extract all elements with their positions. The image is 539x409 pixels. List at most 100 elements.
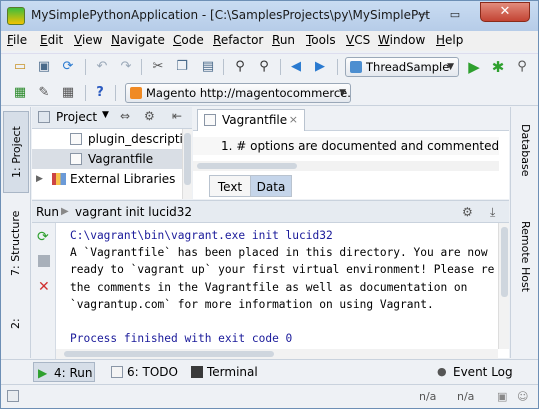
chevron-down-icon[interactable]: ▼ [102, 110, 109, 120]
inspector-icon[interactable]: ☺ [517, 390, 528, 403]
hide-panel-icon[interactable]: ⤓ [490, 201, 495, 223]
scrollbar-thumb[interactable] [64, 351, 274, 357]
scrollbar-thumb[interactable] [184, 133, 191, 185]
run-config-dropdown[interactable]: ThreadSample ▼ [345, 57, 459, 77]
menu-refactor[interactable]: Refactor [213, 33, 263, 47]
menu-file[interactable]: File [7, 33, 27, 47]
menu-vcs[interactable]: VCS [346, 33, 370, 47]
console-line: `vagrantup.com` for more information on … [70, 297, 434, 311]
status-encoding[interactable]: n/a [457, 390, 474, 403]
mode-tab-data[interactable]: Data [250, 175, 292, 197]
run-actions-strip: ⟳ ✕ [32, 223, 56, 359]
project-scrollbar[interactable] [182, 129, 192, 199]
title-bar: MySimplePythonApplication - [C:\SamplesP… [1, 1, 538, 31]
close-button[interactable]: ✕ [480, 2, 530, 22]
status-position[interactable]: n/a [419, 390, 436, 403]
redo-icon[interactable]: ↷ [117, 58, 135, 76]
toolbar-separator [223, 59, 224, 75]
terminal-icon [191, 366, 203, 378]
forward-arrow-icon[interactable]: ▶ [311, 58, 329, 76]
vagrant-file-icon [70, 153, 82, 165]
tree-item-vagrantfile[interactable]: Vagrantfile [32, 149, 182, 169]
tool-tab-terminal[interactable]: Terminal [187, 362, 263, 382]
tool-tab-label: 6: TODO [127, 365, 178, 379]
tool-tab-database[interactable]: Database [512, 115, 538, 185]
tool-tab-favorites[interactable]: 2: Favorites [3, 293, 48, 355]
run-config-name[interactable]: vagrant init lucid32 [75, 201, 192, 223]
toolbar-separator [115, 85, 116, 101]
debug-bug-icon[interactable]: ✱ [489, 58, 507, 76]
right-tool-strip: Database Remote Host [510, 107, 538, 358]
editor-tab-vagrantfile[interactable]: Vagrantfile × [197, 109, 305, 131]
tool-tab-structure[interactable]: 7: Structure [3, 203, 29, 283]
cut-icon[interactable]: ✂ [149, 58, 167, 76]
back-arrow-icon[interactable]: ◀ [287, 58, 305, 76]
stop-icon[interactable] [38, 255, 50, 267]
project-structure-icon[interactable]: ▦ [59, 84, 77, 102]
status-bar: n/a n/a ▣ ☺ [1, 384, 538, 408]
window-title: MySimplePythonApplication - [C:\SamplesP… [31, 8, 431, 22]
replace-icon[interactable]: ⚲ [255, 58, 273, 76]
bottom-tool-bar: ▶ 4: Run 6: TODO Terminal ● Event Log [1, 359, 538, 383]
tool-tab-remote-host[interactable]: Remote Host [512, 215, 538, 297]
menu-view[interactable]: View [74, 33, 102, 47]
menu-edit[interactable]: Edit [40, 33, 63, 47]
scrollbar-thumb[interactable] [197, 163, 297, 169]
tool-tab-label: 4: Run [54, 366, 93, 380]
menu-navigate[interactable]: Navigate [111, 33, 165, 47]
minimize-button[interactable]: — [413, 8, 433, 23]
close-tab-icon[interactable]: × [289, 110, 298, 130]
ide-window: MySimplePythonApplication - [C:\SamplesP… [0, 0, 539, 409]
scrollbar-thumb[interactable] [501, 227, 508, 297]
maximize-button[interactable]: ▭ [445, 7, 465, 23]
chevron-down-icon: ▼ [447, 62, 454, 72]
sync-icon[interactable]: ⟳ [59, 58, 77, 76]
find-icon[interactable]: ⚲ [231, 58, 249, 76]
deployment-server-dropdown[interactable]: Magento http://magentocommerce.com ▼ [125, 83, 351, 103]
main-toolbar: ▭ ▣ ⟳ ↶ ↷ ✂ ❐ ▤ ⚲ ⚲ ◀ ▶ ThreadSample ▼ ▶… [1, 53, 538, 79]
run-config-label: ThreadSample [366, 60, 450, 74]
lock-icon[interactable]: ▣ [497, 390, 507, 403]
tool-windows-toggle-icon[interactable] [7, 390, 19, 402]
help-icon[interactable]: ? [91, 84, 109, 102]
menu-help[interactable]: Help [436, 33, 463, 47]
save-icon[interactable]: ▣ [35, 58, 53, 76]
console-line: the comments in the Vagrantfile as well … [70, 280, 468, 294]
toolbar-separator [280, 59, 281, 75]
project-tool-window: Project ▼ ⇔ ⚙ ⇤ plugin_descriptic Vagran… [32, 107, 192, 199]
rerun-icon[interactable]: ⟳ [37, 229, 49, 245]
menu-code[interactable]: Code [173, 33, 204, 47]
open-folder-icon[interactable]: ▭ [11, 58, 29, 76]
menu-run[interactable]: Run [272, 33, 295, 47]
gear-icon[interactable]: ⚙ [144, 109, 155, 123]
console-output[interactable]: C:\vagrant\bin\vagrant.exe init lucid32 A… [70, 227, 500, 347]
tool-tab-todo[interactable]: 6: TODO [107, 362, 178, 382]
tree-item-external-libraries[interactable]: ▶ External Libraries [32, 169, 182, 189]
menu-tools[interactable]: Tools [306, 33, 336, 47]
gear-icon[interactable]: ⚙ [462, 201, 473, 223]
tree-item-plugin-descriptor[interactable]: plugin_descriptic [32, 129, 182, 149]
search-everywhere-icon[interactable]: ⚲ [513, 58, 531, 76]
copy-icon[interactable]: ❐ [173, 58, 191, 76]
tool-tab-event-log[interactable]: ● Event Log [433, 362, 513, 382]
tool-tab-run[interactable]: ▶ 4: Run [33, 362, 95, 382]
tool-tab-project[interactable]: 1: Project [3, 111, 29, 193]
paste-icon[interactable]: ▤ [199, 58, 217, 76]
menu-window[interactable]: Window [378, 33, 425, 47]
editor-line[interactable]: 1. # options are documented and commente… [193, 137, 499, 155]
tree-item-label: External Libraries [70, 172, 176, 186]
console-vertical-scrollbar[interactable] [498, 223, 509, 349]
undo-icon[interactable]: ↶ [93, 58, 111, 76]
console-horizontal-scrollbar[interactable] [56, 349, 498, 359]
settings-wrench-icon[interactable]: ✎ [35, 84, 53, 102]
toolbar-separator [85, 59, 86, 75]
mode-tab-text[interactable]: Text [209, 175, 251, 197]
scroll-from-source-icon[interactable]: ⇔ [120, 109, 130, 123]
chevron-right-icon[interactable]: ▶ [36, 169, 43, 189]
close-run-icon[interactable]: ✕ [38, 279, 50, 295]
project-view-label[interactable]: Project [56, 110, 97, 124]
vcs-grid-icon[interactable]: ▦ [11, 84, 29, 102]
run-icon[interactable]: ▶ [465, 58, 483, 76]
editor-horizontal-scrollbar[interactable] [193, 161, 499, 171]
hide-panel-icon[interactable]: ⇤ [172, 109, 182, 123]
